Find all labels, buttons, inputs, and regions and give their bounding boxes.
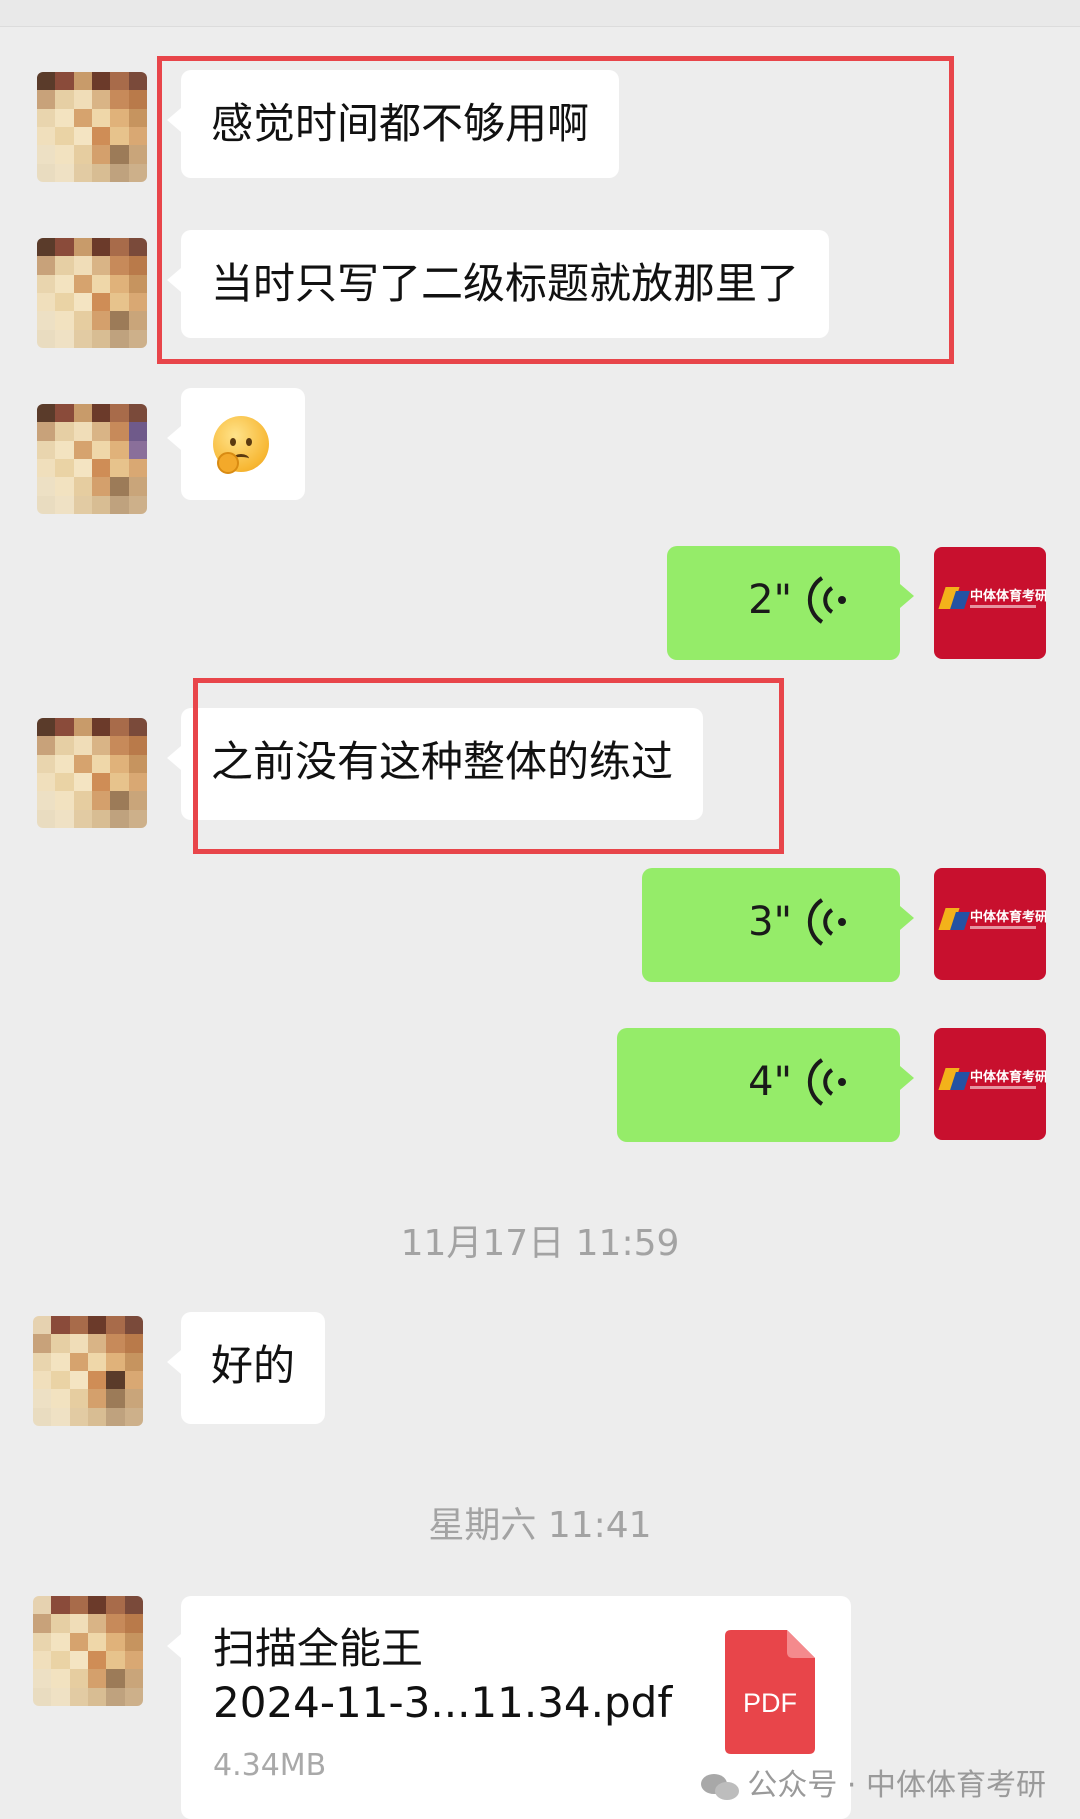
voice-wave-icon xyxy=(807,1058,846,1106)
voice-duration: 2" xyxy=(748,577,792,623)
voice-message-bubble[interactable]: 4" xyxy=(617,1028,914,1142)
brand-logo-icon xyxy=(938,587,970,609)
file-name: 扫描全能王 2024-11-3...11.34.pdf xyxy=(213,1622,672,1730)
file-name-line2: 2024-11-3...11.34.pdf xyxy=(213,1678,673,1727)
brand-avatar[interactable]: 中体体育考研 xyxy=(934,547,1046,659)
file-size: 4.34MB xyxy=(213,1748,327,1783)
brand-logo-icon xyxy=(938,908,970,930)
watermark-text: 公众号 · 中体体育考研 xyxy=(747,1768,1046,1803)
emoji-bubble[interactable] xyxy=(167,388,305,500)
worried-face-emoji-icon xyxy=(213,416,269,474)
highlight-box xyxy=(157,56,954,364)
chat-timestamp: 星期六 11:41 xyxy=(428,1505,652,1546)
contact-avatar[interactable] xyxy=(37,718,147,828)
voice-duration: 3" xyxy=(748,899,792,945)
brand-name: 中体体育考研 xyxy=(970,589,1046,604)
voice-message-bubble[interactable]: 3" xyxy=(642,868,914,982)
brand-logo-icon xyxy=(938,1068,970,1090)
contact-avatar[interactable] xyxy=(33,1596,143,1706)
voice-message-bubble[interactable]: 2" xyxy=(667,546,914,660)
top-divider xyxy=(0,0,1080,27)
voice-wave-icon xyxy=(807,898,846,946)
chat-timestamp: 11月17日 11:59 xyxy=(400,1223,680,1264)
wechat-icon xyxy=(701,1772,741,1802)
pdf-file-icon: PDF xyxy=(725,1630,815,1754)
brand-avatar[interactable]: 中体体育考研 xyxy=(934,868,1046,980)
voice-duration: 4" xyxy=(748,1059,792,1105)
contact-avatar[interactable] xyxy=(33,1316,143,1426)
brand-avatar[interactable]: 中体体育考研 xyxy=(934,1028,1046,1140)
contact-avatar[interactable] xyxy=(37,72,147,182)
contact-avatar[interactable] xyxy=(37,238,147,348)
message-text: 好的 xyxy=(211,1341,296,1390)
highlight-box xyxy=(193,678,784,854)
pdf-icon-label: PDF xyxy=(743,1688,797,1718)
brand-name: 中体体育考研 xyxy=(970,910,1046,925)
contact-avatar[interactable] xyxy=(37,404,147,514)
watermark: 公众号 · 中体体育考研 xyxy=(701,1760,1046,1804)
message-bubble[interactable]: 好的 xyxy=(166,1312,326,1424)
file-name-line1: 扫描全能王 xyxy=(213,1624,424,1673)
brand-name: 中体体育考研 xyxy=(970,1070,1046,1085)
voice-wave-icon xyxy=(807,576,846,624)
